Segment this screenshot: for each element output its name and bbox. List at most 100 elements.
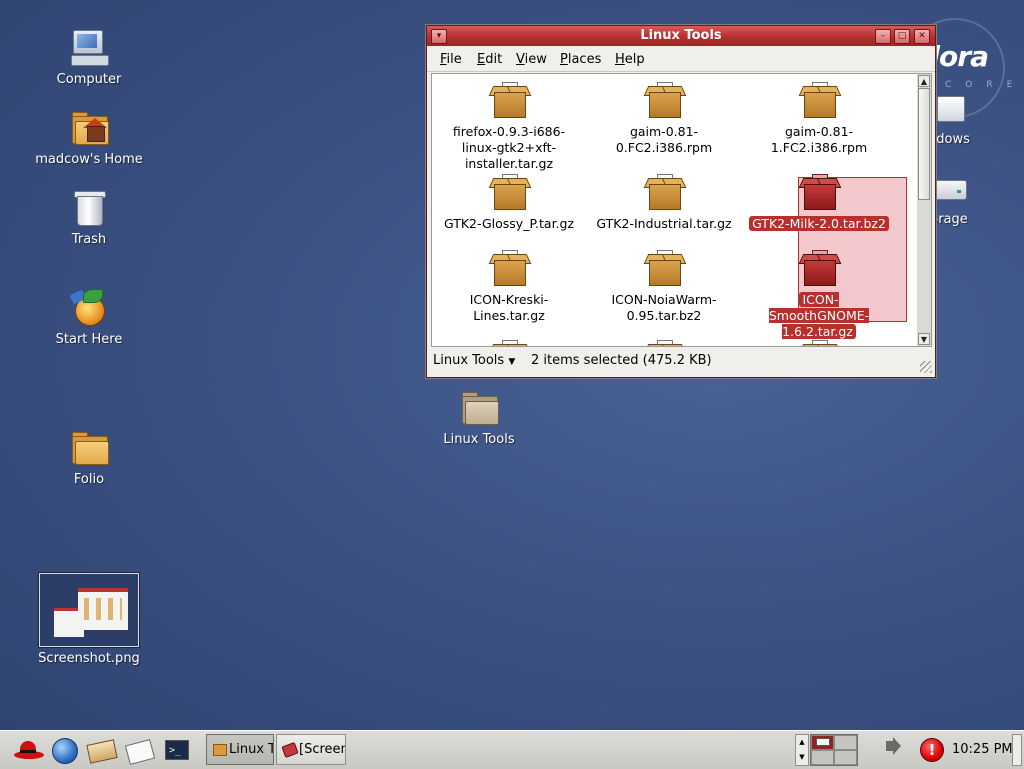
desktop-icon-label: Linux Tools: [443, 432, 515, 447]
desktop-icon-label: madcow's Home: [35, 152, 143, 167]
file-item[interactable]: firefox-0.9.3-i686-linux-gtk2+xft-instal…: [434, 82, 584, 172]
file-item[interactable]: ICON-NoiaWarm-0.95.tar.bz2: [589, 250, 739, 324]
maximize-button[interactable]: □: [894, 29, 910, 44]
update-alert-icon[interactable]: !: [920, 738, 944, 762]
menu-file[interactable]: File: [440, 52, 462, 67]
workspace-4[interactable]: [834, 750, 857, 765]
workspace-1[interactable]: [811, 735, 834, 750]
desktop-icon-screenshot[interactable]: Screenshot.png: [29, 573, 149, 666]
desktop-icon-label: Folio: [73, 472, 105, 487]
menu-edit[interactable]: Edit: [477, 52, 502, 67]
file-name: GTK2-Industrial.tar.gz: [596, 216, 732, 231]
location-dropdown[interactable]: Linux Tools ▼: [433, 353, 515, 368]
package-icon: [798, 250, 842, 286]
chevron-down-icon: ▼: [508, 357, 516, 367]
taskbar-button-screenshot[interactable]: [Screen: [276, 734, 346, 765]
file-name: GTK2-Glossy_P.tar.gz: [443, 216, 575, 231]
image-thumbnail-icon: [39, 573, 139, 647]
package-icon: [488, 250, 532, 286]
workspace-3[interactable]: [811, 750, 834, 765]
desktop-icon-computer[interactable]: Computer: [29, 28, 149, 87]
file-icon-view[interactable]: firefox-0.9.3-i686-linux-gtk2+xft-instal…: [431, 73, 919, 347]
desktop-icon-folio[interactable]: Folio: [29, 428, 149, 487]
package-icon: [798, 340, 842, 346]
volume-icon[interactable]: [886, 737, 901, 755]
notification-area: !: [878, 734, 946, 765]
desktop-icon-linux-tools[interactable]: Linux Tools: [419, 388, 539, 447]
window-title: Linux Tools: [640, 28, 722, 43]
file-item[interactable]: gaim-0.81-0.FC2.i386.rpm: [589, 82, 739, 156]
vertical-scrollbar[interactable]: ▲ ▼: [917, 73, 932, 347]
package-icon: [643, 250, 687, 286]
desktop-icon-label: Computer: [56, 72, 122, 87]
file-manager-window[interactable]: ▾ Linux Tools – □ ✕ File Edit View Place…: [426, 25, 936, 378]
file-name: gaim-0.81-1.FC2.i386.rpm: [770, 124, 868, 155]
package-icon: [798, 174, 842, 210]
file-item-selected[interactable]: ICON-SmoothGNOME-1.6.2.tar.gz: [744, 250, 894, 340]
folder-icon: [69, 428, 109, 468]
file-item-partial[interactable]: [589, 340, 739, 346]
file-item-selected[interactable]: GTK2-Milk-2.0.tar.bz2: [744, 174, 894, 232]
terminal-launcher[interactable]: >_: [160, 736, 194, 764]
package-icon: [488, 174, 532, 210]
desktop-icon-trash[interactable]: Trash: [29, 188, 149, 247]
desktop-icon-start-here[interactable]: Start Here: [29, 288, 149, 347]
bottom-panel: >_ Linux T [Screen ▲ ▼ ! 10:25 PM: [0, 730, 1024, 769]
terminal-icon: >_: [165, 740, 189, 760]
web-browser-launcher[interactable]: [48, 736, 82, 764]
file-name: gaim-0.81-0.FC2.i386.rpm: [615, 124, 713, 155]
menu-help[interactable]: Help: [615, 52, 645, 67]
writer-launcher[interactable]: [122, 736, 156, 766]
package-icon: [798, 82, 842, 118]
mail-icon: [86, 739, 118, 764]
file-name: ICON-SmoothGNOME-1.6.2.tar.gz: [768, 292, 870, 339]
screenshot-app-icon: [281, 741, 299, 759]
start-here-icon: [69, 288, 109, 328]
file-item-partial[interactable]: [744, 340, 894, 346]
desktop-icon-label: Trash: [71, 232, 107, 247]
statusbar: Linux Tools ▼ 2 items selected (475.2 KB…: [427, 348, 935, 376]
package-icon: [488, 340, 532, 346]
file-item[interactable]: gaim-0.81-1.FC2.i386.rpm: [744, 82, 894, 156]
desktop-icon-label: Screenshot.png: [38, 651, 140, 666]
folder-icon: [459, 388, 499, 428]
document-icon: [124, 738, 156, 766]
file-item[interactable]: ICON-Kreski-Lines.tar.gz: [434, 250, 584, 324]
status-text: 2 items selected (475.2 KB): [531, 353, 712, 368]
computer-icon: [69, 28, 109, 68]
panel-clock[interactable]: 10:25 PM: [952, 742, 1013, 757]
window-titlebar[interactable]: ▾ Linux Tools – □ ✕: [427, 26, 935, 46]
file-item[interactable]: GTK2-Industrial.tar.gz: [589, 174, 739, 232]
file-name: ICON-Kreski-Lines.tar.gz: [469, 292, 549, 323]
package-icon: [643, 340, 687, 346]
package-icon: [488, 82, 532, 118]
file-name: ICON-NoiaWarm-0.95.tar.bz2: [611, 292, 717, 323]
package-icon: [643, 82, 687, 118]
close-button[interactable]: ✕: [914, 29, 930, 44]
workspace-pager-arrows[interactable]: ▲ ▼: [795, 734, 809, 766]
file-item[interactable]: GTK2-Glossy_P.tar.gz: [434, 174, 584, 232]
resize-grip-icon[interactable]: [920, 361, 932, 373]
menubar: File Edit View Places Help: [427, 47, 935, 72]
file-item-partial[interactable]: [434, 340, 584, 346]
minimize-button[interactable]: –: [875, 29, 891, 44]
main-menu-button[interactable]: [10, 736, 44, 764]
folder-icon: [213, 744, 227, 756]
taskbar-button-linux-tools[interactable]: Linux T: [206, 734, 274, 765]
globe-icon: [52, 738, 78, 764]
home-folder-icon: [69, 108, 109, 148]
trash-icon: [69, 188, 109, 228]
red-hat-icon: [14, 740, 44, 762]
workspace-2[interactable]: [834, 735, 857, 750]
desktop-icon-home[interactable]: madcow's Home: [29, 108, 149, 167]
panel-handle[interactable]: [1012, 734, 1022, 766]
menu-view[interactable]: View: [516, 52, 547, 67]
email-launcher[interactable]: [84, 736, 118, 764]
scrollbar-thumb[interactable]: [918, 88, 930, 200]
package-icon: [643, 174, 687, 210]
scroll-up-arrow-icon[interactable]: ▲: [918, 75, 930, 87]
file-name: firefox-0.9.3-i686-linux-gtk2+xft-instal…: [452, 124, 566, 171]
workspace-pager[interactable]: [810, 734, 858, 766]
menu-places[interactable]: Places: [560, 52, 601, 67]
scroll-down-arrow-icon[interactable]: ▼: [918, 333, 930, 345]
